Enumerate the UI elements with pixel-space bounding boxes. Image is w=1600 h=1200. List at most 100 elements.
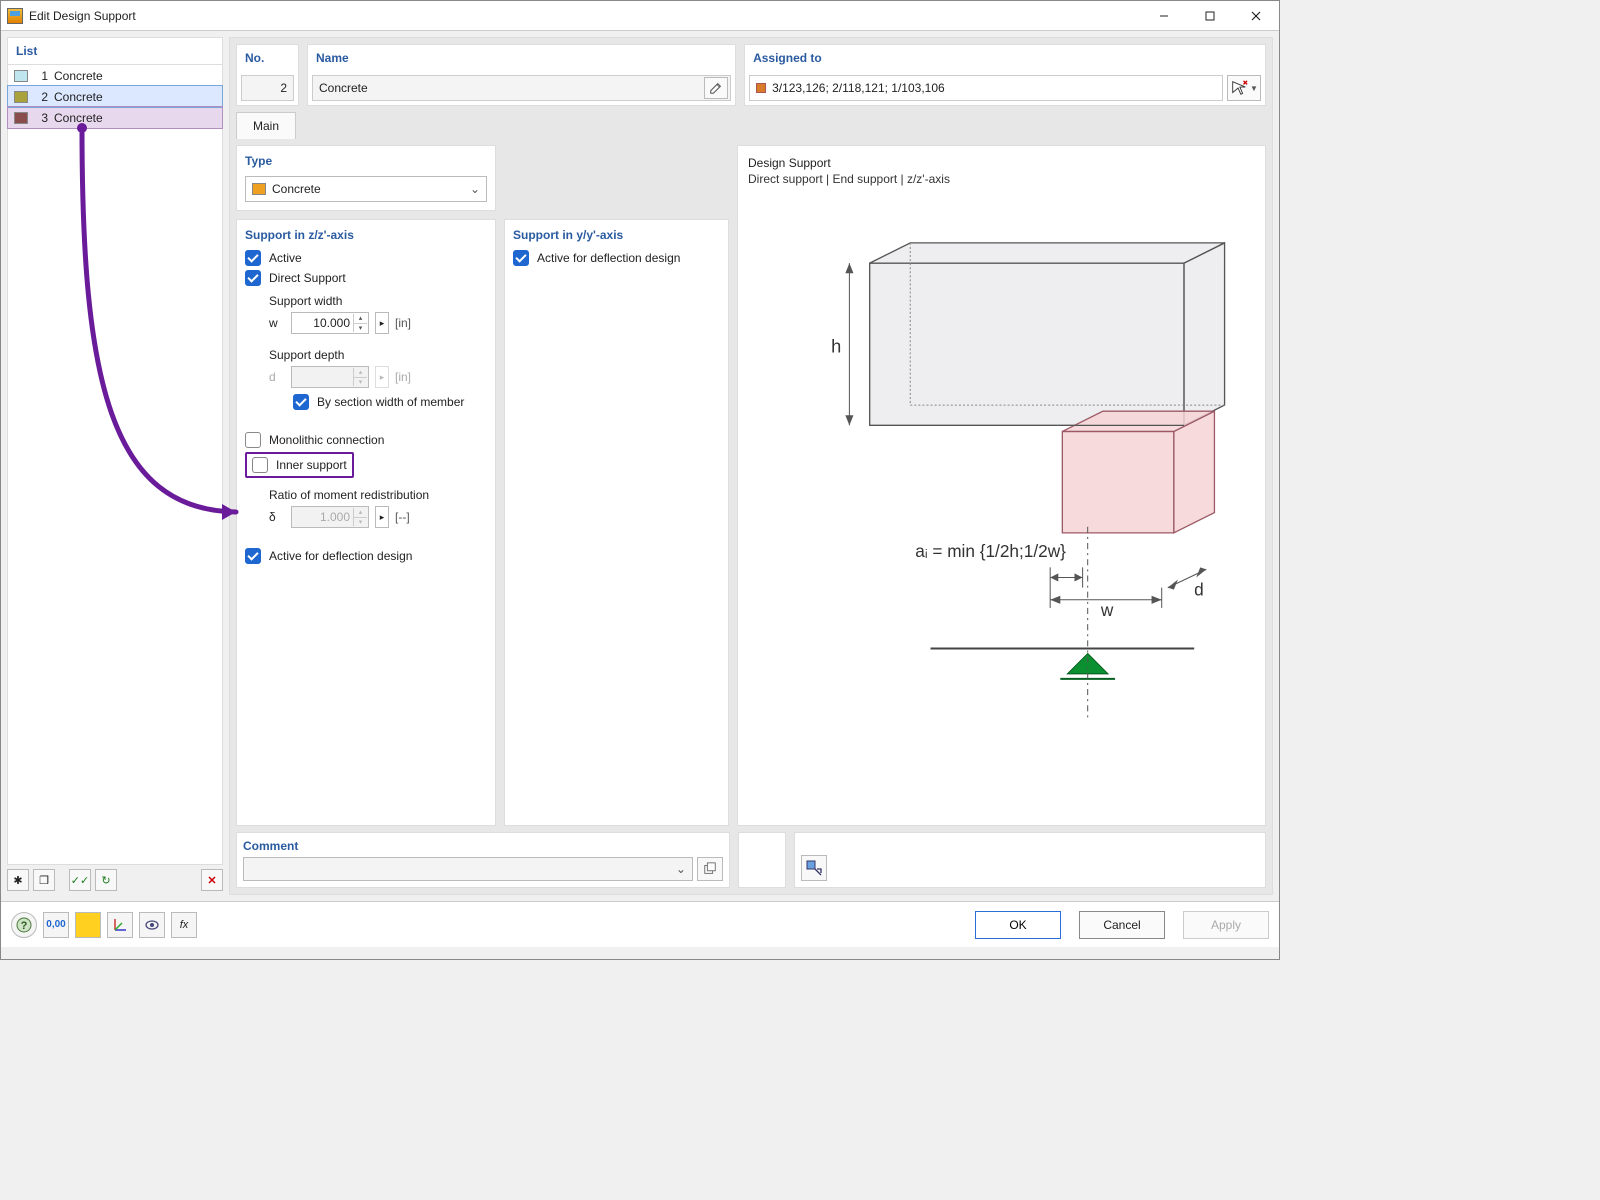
- preview-subtitle: Direct support | End support | z/z'-axis: [748, 172, 1255, 186]
- pick-in-model-button[interactable]: ▼: [1227, 75, 1261, 101]
- d-symbol: d: [269, 370, 285, 384]
- new-item-button[interactable]: ✱: [7, 869, 29, 891]
- list-item[interactable]: 1 Concrete: [8, 65, 222, 86]
- d-unit: [in]: [395, 370, 411, 384]
- copy-item-button[interactable]: ❐: [33, 869, 55, 891]
- active-label: Active: [269, 251, 302, 265]
- preview-diagram: h aᵢ = min {1/2h;1/2w}: [748, 198, 1255, 815]
- close-button[interactable]: [1233, 1, 1279, 31]
- svg-text:d: d: [1194, 580, 1204, 600]
- by-section-width-checkbox[interactable]: [293, 394, 309, 410]
- d-more-button: ▸: [375, 366, 389, 388]
- check-all-button[interactable]: ✓✓: [69, 869, 91, 891]
- comment-side-box: [738, 832, 786, 888]
- name-field[interactable]: Concrete: [312, 75, 731, 101]
- svg-text:h: h: [831, 335, 841, 356]
- direct-support-checkbox[interactable]: [245, 270, 261, 286]
- active-checkbox[interactable]: [245, 250, 261, 266]
- support-width-label: Support width: [269, 294, 487, 308]
- cancel-button[interactable]: Cancel: [1079, 911, 1165, 939]
- delta-unit: [--]: [395, 510, 410, 524]
- fx-button[interactable]: fx: [171, 912, 197, 938]
- support-z-header: Support in z/z'-axis: [245, 228, 487, 242]
- assigned-field[interactable]: 3/123,126; 2/118,121; 1/103,106: [749, 75, 1223, 101]
- chevron-down-icon: ⌄: [670, 862, 692, 876]
- active-deflection-z-label: Active for deflection design: [269, 549, 412, 563]
- ratio-input[interactable]: 1.000 ▴▾: [291, 506, 369, 528]
- support-y-section: Support in y/y'-axis Active for deflecti…: [504, 219, 729, 826]
- active-deflection-z-checkbox[interactable]: [245, 548, 261, 564]
- svg-text:w: w: [1100, 600, 1114, 620]
- no-field[interactable]: 2: [241, 75, 294, 101]
- active-deflection-y-checkbox[interactable]: [513, 250, 529, 266]
- axis-settings-button[interactable]: [107, 912, 133, 938]
- support-depth-input: ▴▾: [291, 366, 369, 388]
- delta-more-button[interactable]: ▸: [375, 506, 389, 528]
- list-header: List: [8, 38, 222, 65]
- tab-main[interactable]: Main: [236, 112, 296, 139]
- by-section-width-label: By section width of member: [317, 395, 464, 409]
- spinner-icon[interactable]: ▴▾: [353, 508, 367, 526]
- no-label: No.: [237, 45, 298, 71]
- svg-text:?: ?: [21, 920, 28, 932]
- w-more-button[interactable]: ▸: [375, 312, 389, 334]
- support-y-header: Support in y/y'-axis: [513, 228, 720, 242]
- assigned-box: Assigned to 3/123,126; 2/118,121; 1/103,…: [744, 44, 1266, 106]
- ok-button[interactable]: OK: [975, 911, 1061, 939]
- type-section: Type Concrete ⌄: [236, 145, 496, 211]
- list-toolbar: ✱ ❐ ✓✓ ↻ ✕: [7, 865, 223, 895]
- list-item[interactable]: 2 Concrete: [8, 86, 222, 107]
- help-button[interactable]: ?: [11, 912, 37, 938]
- type-select[interactable]: Concrete ⌄: [245, 176, 487, 202]
- active-deflection-y-label: Active for deflection design: [537, 251, 680, 265]
- maximize-button[interactable]: [1187, 1, 1233, 31]
- spinner-icon[interactable]: ▴▾: [353, 314, 367, 332]
- delta-symbol: δ: [269, 510, 285, 524]
- name-box: Name Concrete: [307, 44, 736, 106]
- delete-button[interactable]: ✕: [201, 869, 223, 891]
- list-panel: List 1 Concrete 2 Concrete 3 Concrete: [7, 37, 223, 865]
- assigned-label: Assigned to: [745, 45, 1265, 71]
- list-item[interactable]: 3 Concrete: [8, 107, 222, 128]
- edit-name-button[interactable]: [704, 77, 728, 99]
- list-item-label: Concrete: [54, 90, 103, 104]
- preview-tools-box: [794, 832, 1266, 888]
- assigned-value: 3/123,126; 2/118,121; 1/103,106: [772, 81, 945, 95]
- dialog-footer: ? 0,00 fx OK Cancel Apply: [1, 901, 1279, 947]
- type-value: Concrete: [272, 182, 321, 196]
- inner-support-label: Inner support: [276, 458, 347, 472]
- monolithic-checkbox[interactable]: [245, 432, 261, 448]
- spinner-icon: ▴▾: [353, 368, 367, 386]
- minimize-button[interactable]: [1141, 1, 1187, 31]
- comment-section: Comment ⌄: [236, 832, 730, 888]
- app-icon: [7, 8, 23, 24]
- comment-stack-button[interactable]: [697, 857, 723, 881]
- list-item-num: 3: [34, 111, 48, 125]
- direct-support-label: Direct Support: [269, 271, 346, 285]
- svg-text:aᵢ = min {1/2h;1/2w}: aᵢ = min {1/2h;1/2w}: [915, 541, 1066, 561]
- swatch-icon: [14, 91, 28, 103]
- monolithic-label: Monolithic connection: [269, 433, 384, 447]
- comment-combo[interactable]: ⌄: [243, 857, 693, 881]
- swatch-icon: [14, 70, 28, 82]
- no-box: No. 2: [236, 44, 299, 106]
- window-title: Edit Design Support: [29, 9, 136, 23]
- name-label: Name: [308, 45, 735, 71]
- apply-button: Apply: [1183, 911, 1269, 939]
- type-swatch-icon: [252, 183, 266, 195]
- refresh-button[interactable]: ↻: [95, 869, 117, 891]
- inner-support-checkbox[interactable]: [252, 457, 268, 473]
- w-value: 10.000: [313, 316, 350, 330]
- view-button[interactable]: [139, 912, 165, 938]
- delta-value: 1.000: [320, 510, 350, 524]
- assigned-prefix-icon: [756, 83, 766, 93]
- w-unit: [in]: [395, 316, 411, 330]
- list-item-num: 1: [34, 69, 48, 83]
- support-width-input[interactable]: 10.000 ▴▾: [291, 312, 369, 334]
- comment-header: Comment: [243, 839, 723, 853]
- view-settings-button[interactable]: [801, 855, 827, 881]
- list-item-label: Concrete: [54, 69, 103, 83]
- color-button[interactable]: [75, 912, 101, 938]
- units-button[interactable]: 0,00: [43, 912, 69, 938]
- w-symbol: w: [269, 316, 285, 330]
